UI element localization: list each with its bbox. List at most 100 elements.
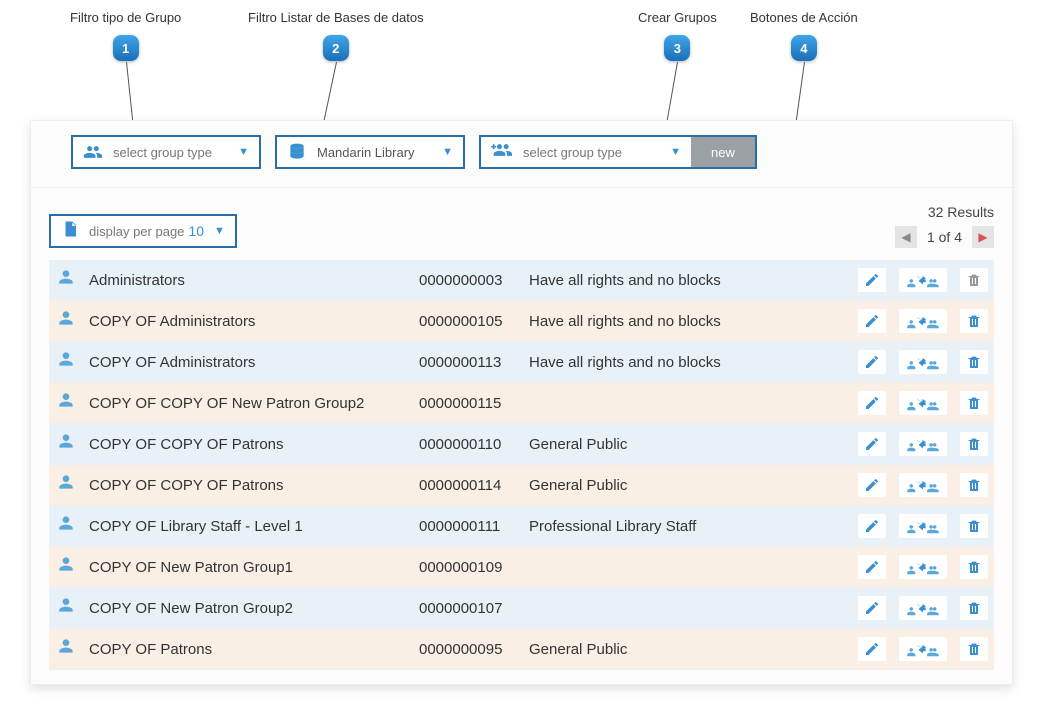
row-icon-cell bbox=[49, 383, 83, 424]
row-id: 0000000095 bbox=[413, 629, 523, 670]
move-members-button[interactable] bbox=[899, 391, 947, 415]
database-icon bbox=[287, 142, 307, 162]
edit-button[interactable] bbox=[858, 514, 886, 538]
row-delete-cell bbox=[954, 383, 994, 424]
table-row: COPY OF Administrators0000000113Have all… bbox=[49, 342, 994, 383]
row-description: Professional Library Staff bbox=[523, 506, 852, 547]
prev-page-button[interactable]: ◀ bbox=[895, 226, 917, 248]
callout-2: Filtro Listar de Bases de datos 2 bbox=[248, 10, 424, 61]
person-icon bbox=[56, 352, 76, 374]
group-type-filter-text: select group type bbox=[113, 145, 222, 160]
row-icon-cell bbox=[49, 506, 83, 547]
row-edit-cell bbox=[852, 424, 892, 465]
create-group-select[interactable]: select group type ▼ bbox=[481, 137, 691, 167]
edit-button[interactable] bbox=[858, 473, 886, 497]
new-button[interactable]: new bbox=[691, 137, 755, 167]
row-delete-cell bbox=[954, 424, 994, 465]
row-description bbox=[523, 547, 852, 588]
toolbar: select group type ▼ Mandarin Library ▼ s… bbox=[31, 121, 1012, 187]
move-members-button[interactable] bbox=[899, 473, 947, 497]
row-delete-cell bbox=[954, 342, 994, 383]
move-members-button[interactable] bbox=[899, 555, 947, 579]
delete-button[interactable] bbox=[960, 268, 988, 292]
row-edit-cell bbox=[852, 588, 892, 629]
edit-button[interactable] bbox=[858, 596, 886, 620]
main-panel: select group type ▼ Mandarin Library ▼ s… bbox=[30, 120, 1013, 685]
person-icon bbox=[56, 475, 76, 497]
display-per-page-value: 10 bbox=[188, 223, 204, 239]
row-description bbox=[523, 383, 852, 424]
row-move-cell bbox=[892, 383, 954, 424]
row-delete-cell bbox=[954, 301, 994, 342]
callout-3-label: Crear Grupos bbox=[638, 10, 717, 25]
callout-4-badge: 4 bbox=[791, 35, 817, 61]
create-group: select group type ▼ new bbox=[479, 135, 757, 169]
next-page-button[interactable]: ▶ bbox=[972, 226, 994, 248]
row-edit-cell bbox=[852, 301, 892, 342]
row-move-cell bbox=[892, 547, 954, 588]
row-delete-cell bbox=[954, 588, 994, 629]
row-edit-cell bbox=[852, 342, 892, 383]
table-row: COPY OF COPY OF Patrons0000000114General… bbox=[49, 465, 994, 506]
row-icon-cell bbox=[49, 301, 83, 342]
move-members-button[interactable] bbox=[899, 514, 947, 538]
row-name: COPY OF Administrators bbox=[83, 301, 413, 342]
row-icon-cell bbox=[49, 629, 83, 670]
table-row: COPY OF New Patron Group10000000109 bbox=[49, 547, 994, 588]
delete-button[interactable] bbox=[960, 432, 988, 456]
subbar: display per page 10 ▼ 32 Results ◀ 1 of … bbox=[31, 187, 1012, 260]
edit-button[interactable] bbox=[858, 637, 886, 661]
move-members-button[interactable] bbox=[899, 309, 947, 333]
move-members-button[interactable] bbox=[899, 350, 947, 374]
move-members-button[interactable] bbox=[899, 596, 947, 620]
row-description: Have all rights and no blocks bbox=[523, 342, 852, 383]
delete-button[interactable] bbox=[960, 350, 988, 374]
edit-button[interactable] bbox=[858, 309, 886, 333]
row-icon-cell bbox=[49, 260, 83, 301]
edit-button[interactable] bbox=[858, 555, 886, 579]
delete-button[interactable] bbox=[960, 596, 988, 620]
row-name: COPY OF COPY OF Patrons bbox=[83, 465, 413, 506]
group-type-filter[interactable]: select group type ▼ bbox=[71, 135, 261, 169]
row-edit-cell bbox=[852, 383, 892, 424]
chevron-down-icon: ▼ bbox=[442, 146, 453, 158]
row-delete-cell bbox=[954, 465, 994, 506]
callout-4-label: Botones de Acción bbox=[750, 10, 858, 25]
table-row: COPY OF Library Staff - Level 1000000011… bbox=[49, 506, 994, 547]
edit-button[interactable] bbox=[858, 432, 886, 456]
move-members-button[interactable] bbox=[899, 268, 947, 292]
row-edit-cell bbox=[852, 629, 892, 670]
chevron-down-icon: ▼ bbox=[238, 146, 249, 158]
row-icon-cell bbox=[49, 465, 83, 506]
row-name: COPY OF COPY OF Patrons bbox=[83, 424, 413, 465]
delete-button[interactable] bbox=[960, 391, 988, 415]
row-id: 0000000003 bbox=[413, 260, 523, 301]
row-delete-cell bbox=[954, 629, 994, 670]
row-move-cell bbox=[892, 506, 954, 547]
row-icon-cell bbox=[49, 547, 83, 588]
row-description bbox=[523, 588, 852, 629]
database-filter[interactable]: Mandarin Library ▼ bbox=[275, 135, 465, 169]
table-row: COPY OF COPY OF Patrons0000000110General… bbox=[49, 424, 994, 465]
move-members-button[interactable] bbox=[899, 637, 947, 661]
row-delete-cell bbox=[954, 506, 994, 547]
edit-button[interactable] bbox=[858, 268, 886, 292]
delete-button[interactable] bbox=[960, 473, 988, 497]
person-icon bbox=[56, 639, 76, 661]
row-delete-cell bbox=[954, 260, 994, 301]
row-id: 0000000111 bbox=[413, 506, 523, 547]
edit-button[interactable] bbox=[858, 391, 886, 415]
edit-button[interactable] bbox=[858, 350, 886, 374]
callout-1-badge: 1 bbox=[113, 35, 139, 61]
person-icon bbox=[56, 311, 76, 333]
delete-button[interactable] bbox=[960, 309, 988, 333]
delete-button[interactable] bbox=[960, 514, 988, 538]
row-id: 0000000110 bbox=[413, 424, 523, 465]
delete-button[interactable] bbox=[960, 555, 988, 579]
callout-3: Crear Grupos 3 bbox=[638, 10, 717, 61]
move-members-button[interactable] bbox=[899, 432, 947, 456]
display-per-page[interactable]: display per page 10 ▼ bbox=[49, 214, 237, 248]
delete-button[interactable] bbox=[960, 637, 988, 661]
page-icon bbox=[61, 220, 79, 243]
callout-2-label: Filtro Listar de Bases de datos bbox=[248, 10, 424, 25]
